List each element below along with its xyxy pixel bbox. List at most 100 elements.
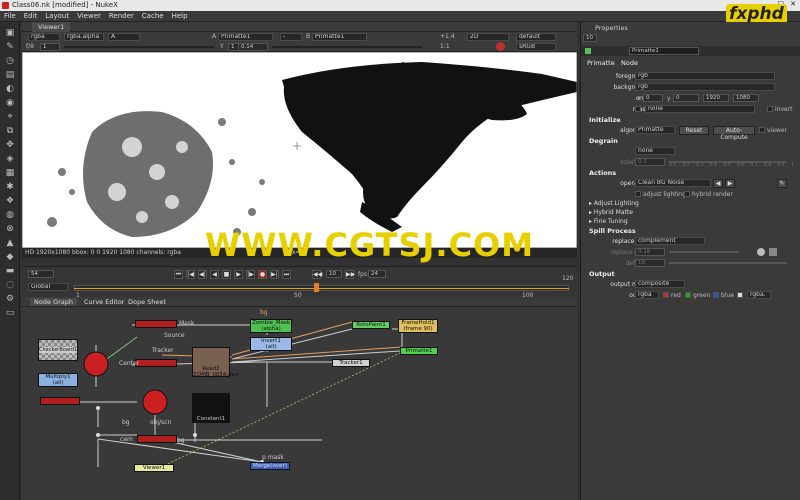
replace-color-input[interactable]: 0.18 xyxy=(635,248,665,256)
furnace-icon[interactable]: ▲ xyxy=(4,238,16,249)
alpha-checkbox[interactable] xyxy=(737,292,743,298)
node-dot-mid[interactable] xyxy=(137,435,177,443)
mask-checkbox[interactable] xyxy=(635,106,641,112)
fstop-input[interactable]: 1 xyxy=(40,43,60,51)
prev-frame-button[interactable]: ◀| xyxy=(198,270,207,279)
crop-r-input[interactable]: 1920 xyxy=(703,94,729,102)
first-frame-button[interactable]: ⏮ xyxy=(174,270,183,279)
node-mask-dot[interactable] xyxy=(135,320,177,328)
range-dropdown[interactable]: Global xyxy=(28,283,68,291)
current-frame-input[interactable]: 54 xyxy=(28,270,54,278)
tab-curve-editor[interactable]: Curve Editor xyxy=(80,298,128,306)
node-graph[interactable]: bg Mask Source Tracker Center CheckerBoa… xyxy=(22,307,577,500)
record-icon[interactable] xyxy=(496,42,505,51)
output-dropdown[interactable]: rgba xyxy=(635,291,659,299)
channels-dropdown[interactable]: rgba xyxy=(28,33,60,41)
scale-input[interactable]: 0.14 xyxy=(238,43,268,51)
foreground-dropdown[interactable]: rgb xyxy=(635,72,775,80)
transform-icon[interactable]: ✥ xyxy=(4,140,16,151)
viewer-checkbox[interactable] xyxy=(759,127,765,133)
ofx-icon[interactable]: ◆ xyxy=(4,252,16,263)
next-key-button[interactable]: ▶| xyxy=(270,270,279,279)
tab-viewer1[interactable]: Viewer1 xyxy=(32,22,71,32)
play-backward-button[interactable]: ◀ xyxy=(210,270,219,279)
view-mode-dropdown[interactable]: 2D xyxy=(467,33,509,41)
auto-compute-button[interactable]: Auto-Compute xyxy=(713,126,755,141)
gamma-slider[interactable] xyxy=(272,46,422,48)
color-wheel-icon[interactable] xyxy=(757,248,765,256)
last-frame-button[interactable]: ⏭ xyxy=(282,270,291,279)
menu-edit[interactable]: Edit xyxy=(20,11,42,21)
tab-dope-sheet[interactable]: Dope Sheet xyxy=(124,298,170,306)
group-adjust-lighting[interactable]: ▸ Adjust Lighting xyxy=(589,200,639,207)
image-icon[interactable]: ▣ xyxy=(4,28,16,39)
menu-render[interactable]: Render xyxy=(105,11,138,21)
group-hybrid-matte[interactable]: ▸ Hybrid Matte xyxy=(589,209,633,216)
menu-cache[interactable]: Cache xyxy=(138,11,168,21)
plugins-icon[interactable]: ▬ xyxy=(4,266,16,277)
node-invert[interactable]: Invert1 (all) xyxy=(250,337,292,351)
output-alpha-dropdown[interactable]: rgba. xyxy=(747,291,771,299)
close-icon[interactable]: ✕ xyxy=(790,0,796,8)
keyer-icon[interactable]: ⌖ xyxy=(4,112,16,123)
menu-viewer[interactable]: Viewer xyxy=(73,11,105,21)
mask-dropdown[interactable]: none xyxy=(645,105,755,113)
merge-icon[interactable]: ⧉ xyxy=(4,126,16,137)
red-checkbox[interactable] xyxy=(663,292,669,298)
tolerance-input[interactable]: 0.1 xyxy=(635,158,665,166)
node-framehold[interactable]: FrameHold1 (frame 90) xyxy=(398,319,438,333)
settings-icon[interactable]: ⚙ xyxy=(4,294,16,305)
node-dot-left[interactable] xyxy=(40,397,80,405)
replace-with-dropdown[interactable]: complement xyxy=(635,237,705,245)
a-node-dropdown[interactable]: Primatte1 xyxy=(218,33,273,41)
prev-key-button[interactable]: |◀ xyxy=(186,270,195,279)
adjust-lighting-checkbox[interactable] xyxy=(635,191,641,197)
playhead[interactable] xyxy=(314,283,319,292)
layer-dropdown[interactable]: rgba.alpha xyxy=(64,33,104,41)
node-tracker1[interactable]: Tracker1 xyxy=(332,359,370,367)
prev-operation-button[interactable]: ◀ xyxy=(713,179,723,188)
node-primatte[interactable]: Primatte1 xyxy=(400,347,438,355)
display-dropdown[interactable]: A xyxy=(108,33,140,41)
reset-button[interactable]: Reset xyxy=(679,126,709,135)
fps-input[interactable]: 24 xyxy=(368,270,386,278)
tab-node-graph[interactable]: Node Graph xyxy=(30,298,77,306)
color-swatch-icon[interactable] xyxy=(769,248,777,256)
background-dropdown[interactable]: rgb xyxy=(635,83,775,91)
lut-dropdown[interactable]: default xyxy=(516,33,556,41)
hybrid-render-checkbox[interactable] xyxy=(684,191,690,197)
composite-dropdown[interactable]: - xyxy=(280,33,302,41)
node-zombie-mask[interactable]: Zombie_Mask (alpha) xyxy=(250,319,292,333)
proxy-value[interactable]: 1:1 xyxy=(440,43,450,50)
max-panels-input[interactable]: 10 xyxy=(583,34,597,42)
operation-dropdown[interactable]: Clean BG Noise xyxy=(635,179,711,187)
stop-button[interactable]: ■ xyxy=(222,270,231,279)
node-checkerboard[interactable]: CheckerBoard1 xyxy=(38,339,78,361)
other-icon[interactable]: ⊗ xyxy=(4,224,16,235)
3d-icon[interactable]: ◈ xyxy=(4,154,16,165)
eyedropper-icon[interactable]: ✎ xyxy=(777,179,787,188)
green-checkbox[interactable] xyxy=(685,292,691,298)
tab-node[interactable]: Node xyxy=(621,59,638,67)
node-rotopaint[interactable]: RotoPaint1 xyxy=(352,321,390,329)
time-icon[interactable]: ◷ xyxy=(4,56,16,67)
algorithm-dropdown[interactable]: Primatte xyxy=(635,126,675,134)
extra-icon[interactable]: ▭ xyxy=(4,308,16,319)
skip-forward-button[interactable]: ▶▶ xyxy=(345,270,355,279)
menu-file[interactable]: File xyxy=(0,11,20,21)
node-multiply[interactable]: Multiply1 (all) xyxy=(38,373,78,387)
gizmo-icon[interactable]: ◌ xyxy=(4,280,16,291)
menu-help[interactable]: Help xyxy=(168,11,192,21)
replace-color-slider[interactable] xyxy=(669,251,739,253)
particles-icon[interactable]: ❖ xyxy=(4,196,16,207)
invert-checkbox[interactable] xyxy=(767,106,773,112)
crop-y-input[interactable]: 0 xyxy=(673,94,699,102)
blue-checkbox[interactable] xyxy=(713,292,719,298)
next-operation-button[interactable]: ▶ xyxy=(725,179,735,188)
color-icon[interactable]: ◐ xyxy=(4,84,16,95)
node-name-input[interactable]: Primatte1 xyxy=(629,47,699,55)
record-frame-button[interactable]: ● xyxy=(258,270,267,279)
defocus-input[interactable]: 10 xyxy=(635,259,665,267)
metadata-icon[interactable]: ✱ xyxy=(4,182,16,193)
channel-icon[interactable]: ▤ xyxy=(4,70,16,81)
